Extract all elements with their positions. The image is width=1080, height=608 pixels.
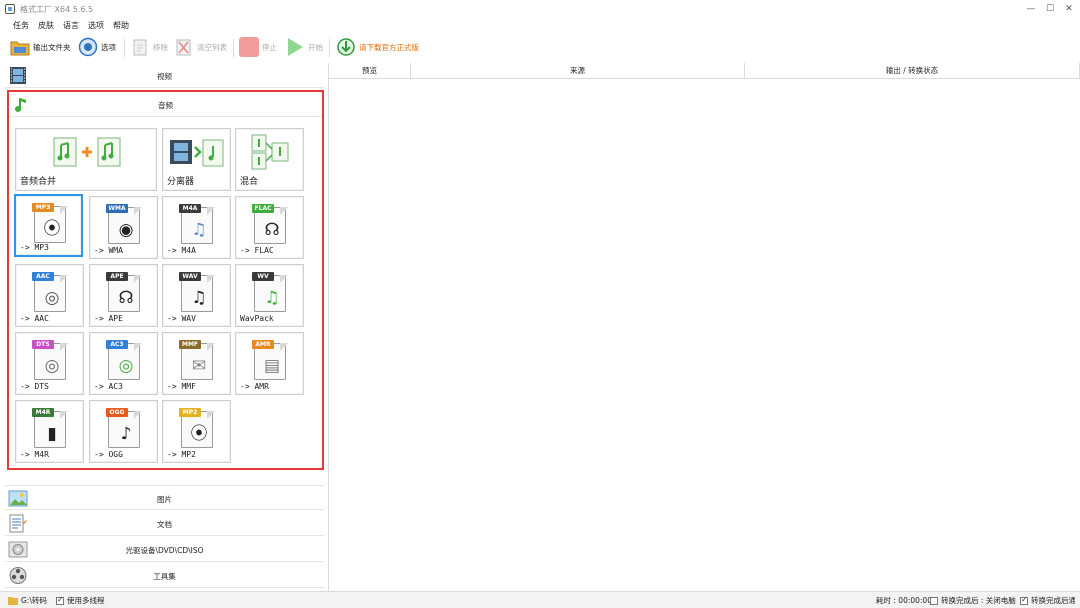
stop-icon	[239, 37, 259, 57]
flac-file-icon: FLAC ☊	[252, 204, 288, 244]
multithread-checkbox[interactable]: 使用多线程	[56, 595, 105, 606]
tile-m4r[interactable]: M4R ▮ -> M4R	[15, 400, 84, 463]
mp2-file-icon: MP2 ⦿	[179, 408, 215, 448]
app-icon	[5, 4, 15, 14]
mmf-file-icon: MMF ✉	[179, 340, 215, 380]
checkbox-icon	[930, 596, 938, 605]
ape-file-icon: APE ☊	[106, 272, 142, 312]
tile-mix[interactable]: 混合	[235, 128, 304, 191]
remove-icon	[130, 37, 150, 57]
elapsed-time: 耗时 : 00:00:00	[876, 596, 932, 605]
download-official-button[interactable]: 请下载官方正式版	[336, 36, 419, 58]
start-button[interactable]: 开始	[285, 36, 323, 58]
title-bar: 格式工厂 X64 5.6.5 — ☐ ✕	[0, 0, 1080, 18]
tile-mp3[interactable]: MP3 ⦿ -> MP3	[14, 194, 83, 257]
dts-file-icon: DTS ◎	[32, 340, 68, 380]
column-preview[interactable]: 预览	[329, 63, 411, 79]
tile-wav[interactable]: WAV ♫ -> WAV	[162, 264, 231, 327]
play-icon	[285, 37, 305, 57]
category-video[interactable]: 视频	[5, 63, 324, 88]
ogg-file-icon: OGG ♪	[106, 408, 142, 448]
menu-help[interactable]: 帮助	[113, 20, 129, 31]
maximize-button[interactable]: ☐	[1043, 3, 1057, 15]
close-button[interactable]: ✕	[1062, 3, 1076, 15]
category-document[interactable]: 文档	[5, 511, 324, 536]
stop-button[interactable]: 停止	[239, 36, 277, 58]
audio-category-panel: 音频 音频合并 分离器 混合 MP3 ⦿ -> MP3 WMA ◉ -> WMA…	[7, 90, 324, 470]
window-title: 格式工厂 X64 5.6.5	[20, 5, 94, 14]
category-audio[interactable]: 音频	[9, 92, 322, 117]
tile-wavpack[interactable]: WV ♫ WavPack	[235, 264, 304, 327]
mp3-file-icon: MP3 ⦿	[32, 203, 68, 243]
menu-language[interactable]: 语言	[63, 20, 79, 31]
audio-merge-icon	[53, 137, 121, 167]
tile-splitter[interactable]: 分离器	[162, 128, 231, 191]
tile-flac[interactable]: FLAC ☊ -> FLAC	[235, 196, 304, 259]
options-button[interactable]: 选项	[78, 36, 116, 58]
menu-task[interactable]: 任务	[13, 20, 29, 31]
tile-mp2[interactable]: MP2 ⦿ -> MP2	[162, 400, 231, 463]
tile-amr[interactable]: AMR ▤ -> AMR	[235, 332, 304, 395]
wv-file-icon: WV ♫	[252, 272, 288, 312]
menu-options[interactable]: 选项	[88, 20, 104, 31]
tile-aac[interactable]: AAC ◎ -> AAC	[15, 264, 84, 327]
category-image[interactable]: 图片	[5, 485, 324, 510]
ac3-file-icon: AC3 ◎	[106, 340, 142, 380]
checkbox-icon	[56, 595, 64, 605]
tile-m4a[interactable]: M4A ♫ -> M4A	[162, 196, 231, 259]
folder-icon	[10, 37, 30, 57]
column-source[interactable]: 来源	[411, 63, 745, 79]
menu-skin[interactable]: 皮肤	[38, 20, 54, 31]
remove-button[interactable]: 移除	[130, 36, 168, 58]
toolbar-separator	[329, 39, 330, 57]
wav-file-icon: WAV ♫	[179, 272, 215, 312]
splitter-icon	[170, 139, 224, 167]
amr-file-icon: AMR ▤	[252, 340, 288, 380]
tile-mmf[interactable]: MMF ✉ -> MMF	[162, 332, 231, 395]
category-panel: 视频 音频 音频合并 分离器 混合 MP3 ⦿ -> MP3 WMA ◉ -> …	[5, 63, 324, 591]
task-list[interactable]: 预览 来源 输出 / 转换状态	[328, 63, 1080, 591]
toolbar-separator	[233, 39, 234, 57]
category-disc[interactable]: 光驱设备\DVD\CD\ISO	[5, 537, 324, 562]
toolbar: 输出文件夹 选项 移除 清空列表 停止 开始 请下载官方正式版	[0, 34, 1080, 60]
output-path[interactable]: G:\转码	[8, 595, 47, 606]
aac-file-icon: AAC ◎	[32, 272, 68, 312]
tile-wma[interactable]: WMA ◉ -> WMA	[89, 196, 158, 259]
column-output-status[interactable]: 输出 / 转换状态	[745, 63, 1080, 79]
toolbar-separator	[124, 39, 125, 57]
wma-file-icon: WMA ◉	[106, 204, 142, 244]
tile-ogg[interactable]: OGG ♪ -> OGG	[89, 400, 158, 463]
m4a-file-icon: M4A ♫	[179, 204, 215, 244]
notify-checkbox[interactable]: 转换完成后通知	[1020, 595, 1075, 606]
output-folder-button[interactable]: 输出文件夹	[10, 36, 71, 58]
options-icon	[78, 37, 98, 57]
m4r-file-icon: M4R ▮	[32, 408, 68, 448]
status-bar: G:\转码 使用多线程 耗时 : 00:00:00 转换完成后 : 关闭电脑 转…	[0, 591, 1080, 608]
after-convert-checkbox[interactable]: 转换完成后 : 关闭电脑	[930, 595, 1016, 606]
mix-icon	[251, 134, 289, 170]
clear-list-button[interactable]: 清空列表	[174, 36, 227, 58]
checkbox-icon	[1020, 595, 1028, 605]
menu-bar: 任务 皮肤 语言 选项 帮助	[0, 18, 1080, 32]
tile-ape[interactable]: APE ☊ -> APE	[89, 264, 158, 327]
tile-audio-merge[interactable]: 音频合并	[15, 128, 157, 191]
tile-ac3[interactable]: AC3 ◎ -> AC3	[89, 332, 158, 395]
folder-icon	[8, 597, 18, 605]
tile-dts[interactable]: DTS ◎ -> DTS	[15, 332, 84, 395]
clear-list-icon	[174, 37, 194, 57]
minimize-button[interactable]: —	[1024, 3, 1038, 15]
globe-icon	[336, 37, 356, 57]
category-tools[interactable]: 工具集	[5, 563, 324, 588]
